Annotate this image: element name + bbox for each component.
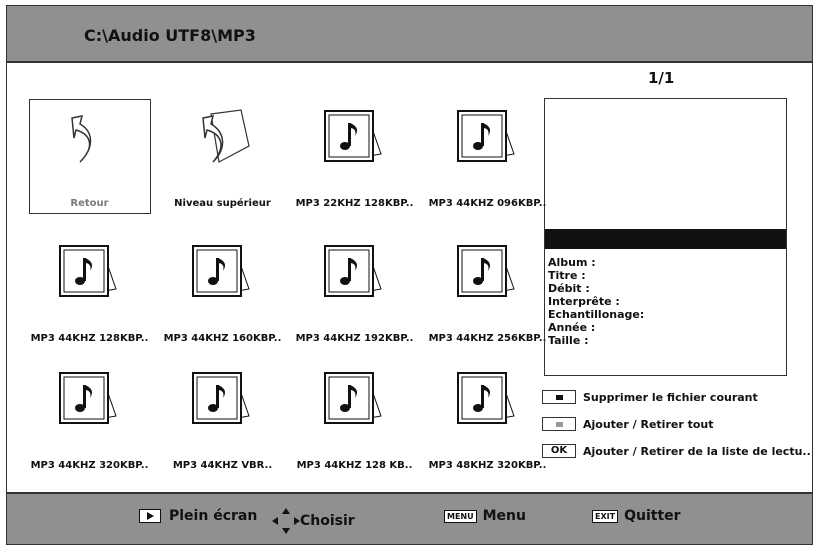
- legend-toggle-all[interactable]: Ajouter / Retirer tout: [542, 417, 714, 431]
- legend-toggle-playlist-label: Ajouter / Retirer de la liste de lectu..: [583, 444, 811, 458]
- file-tile-label: Retour: [70, 198, 109, 209]
- file-tile-label: Niveau supérieur: [174, 198, 271, 209]
- footer-bar: Plein écran Choisir MENU Menu EXIT Quitt…: [7, 492, 812, 544]
- year-label: Année :: [548, 321, 596, 334]
- footer-menu-label: Menu: [482, 508, 526, 524]
- return-folder-icon: [50, 106, 130, 181]
- header-bar: C:\Audio UTF8\MP3: [7, 6, 812, 63]
- footer-fullscreen[interactable]: Plein écran: [139, 508, 257, 524]
- file-tile-label: MP3 44KHZ 192KBP..: [295, 333, 414, 344]
- current-path: C:\Audio UTF8\MP3: [84, 26, 256, 45]
- green-key-icon: [542, 417, 576, 431]
- file-tile-label: MP3 44KHZ 128 KB..: [296, 460, 413, 471]
- legend-toggle-playlist[interactable]: OK Ajouter / Retirer de la liste de lect…: [542, 444, 811, 458]
- album-label: Album :: [548, 256, 596, 269]
- sample-rate-label: Echantillonage:: [548, 308, 645, 321]
- media-browser-window: C:\Audio UTF8\MP3 1/1 Retour Niveau supér…: [6, 5, 813, 545]
- play-key-icon: [139, 509, 161, 523]
- exit-key-icon: EXIT: [592, 509, 619, 523]
- preview-panel: Album : Titre : Débit : Interprête : Ech…: [544, 98, 787, 376]
- music-file-icon: [50, 368, 130, 443]
- ok-key-icon: OK: [542, 444, 576, 458]
- direction-arrows-icon: [272, 508, 300, 534]
- footer-choose-label: Choisir: [300, 513, 355, 529]
- legend-toggle-all-label: Ajouter / Retirer tout: [583, 417, 714, 431]
- legend-delete[interactable]: Supprimer le fichier courant: [542, 390, 758, 404]
- file-tile-label: MP3 44KHZ 096KBP..: [428, 198, 547, 209]
- music-file-icon: [448, 241, 528, 316]
- music-file-icon: [183, 368, 263, 443]
- file-tile-label: MP3 48KHZ 320KBP..: [428, 460, 547, 471]
- track-info: Album : Titre : Débit : Interprête : Ech…: [548, 256, 644, 347]
- file-tile-label: MP3 44KHZ 128KBP..: [30, 333, 149, 344]
- menu-key-icon: MENU: [444, 509, 477, 523]
- footer-quit[interactable]: EXIT Quitter: [592, 508, 681, 524]
- music-file-icon: [315, 241, 395, 316]
- music-file-icon: [50, 241, 130, 316]
- page-indicator: 1/1: [648, 69, 675, 87]
- music-file-icon: [183, 241, 263, 316]
- music-file-icon: [315, 368, 395, 443]
- file-tile-label: MP3 44KHZ 256KBP..: [428, 333, 547, 344]
- preview-title-bar: [545, 229, 786, 249]
- title-label: Titre :: [548, 269, 586, 282]
- footer-quit-label: Quitter: [624, 508, 681, 524]
- music-file-icon: [315, 106, 395, 181]
- music-file-icon: [448, 106, 528, 181]
- footer-menu[interactable]: MENU Menu: [444, 508, 526, 524]
- footer-fullscreen-label: Plein écran: [169, 508, 258, 524]
- bitrate-label: Débit :: [548, 282, 590, 295]
- parent-folder-icon: [183, 106, 263, 181]
- file-tile-label: MP3 44KHZ 320KBP..: [30, 460, 149, 471]
- file-tile-label: MP3 44KHZ VBR..: [172, 460, 273, 471]
- footer-choose[interactable]: Choisir: [272, 508, 355, 534]
- music-file-icon: [448, 368, 528, 443]
- file-tile-label: MP3 44KHZ 160KBP..: [163, 333, 282, 344]
- red-key-icon: [542, 390, 576, 404]
- file-tile-label: MP3 22KHZ 128KBP..: [295, 198, 414, 209]
- legend-delete-label: Supprimer le fichier courant: [583, 390, 758, 404]
- size-label: Taille :: [548, 334, 589, 347]
- artist-label: Interprête :: [548, 295, 620, 308]
